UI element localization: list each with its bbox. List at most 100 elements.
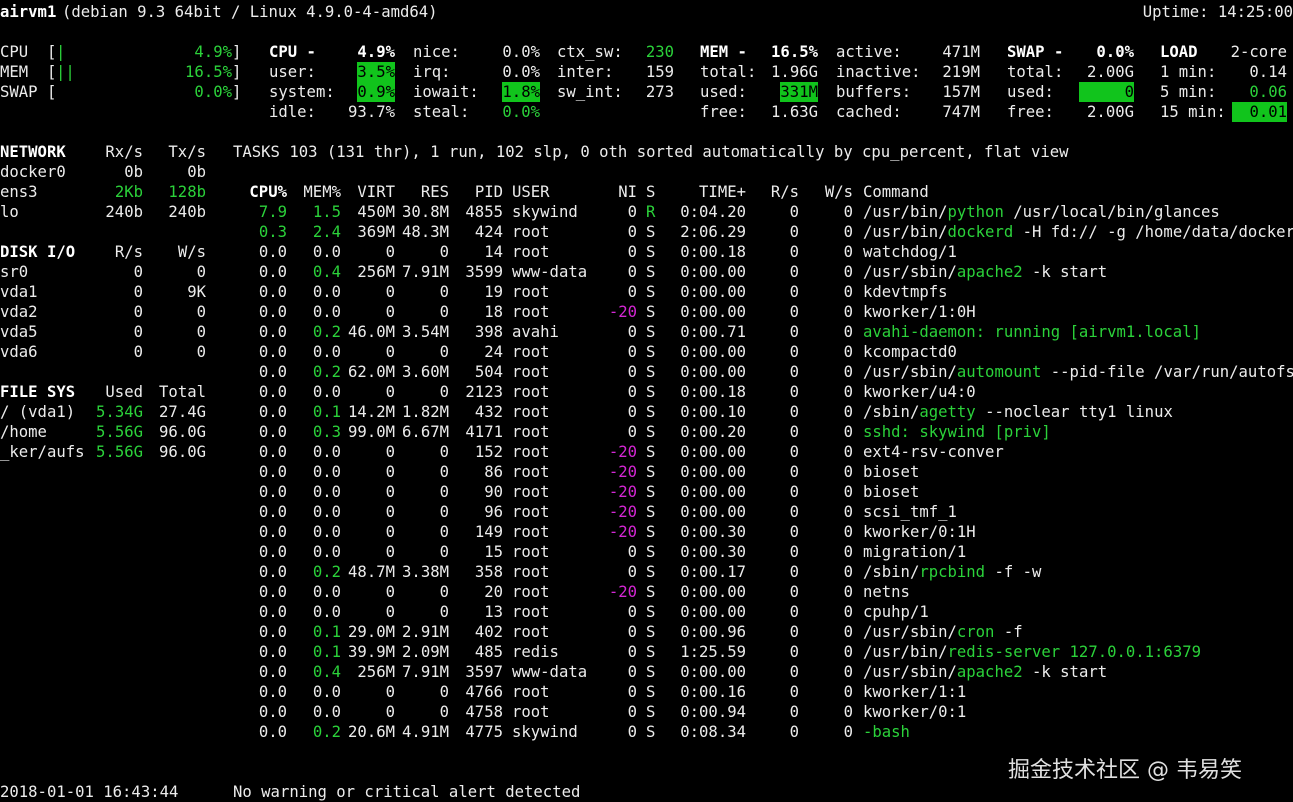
proc-mem: 0.1 bbox=[312, 623, 341, 641]
proc-write: 0 bbox=[843, 503, 853, 521]
fs-total: 27.4G bbox=[159, 403, 206, 421]
proc-virt: 0 bbox=[385, 463, 395, 481]
proc-res: 0 bbox=[439, 343, 449, 361]
proc-status: S bbox=[646, 543, 656, 561]
proc-res: 3.38M bbox=[402, 563, 449, 581]
proc-mem: 1.5 bbox=[312, 203, 341, 221]
proc-cpu: 0.0 bbox=[258, 703, 287, 721]
proc-pid: 432 bbox=[474, 403, 503, 421]
mem-detail-label: inactive: bbox=[836, 63, 921, 81]
load-stat-value: 0.06 bbox=[1249, 83, 1287, 101]
proc-write: 0 bbox=[843, 423, 853, 441]
proc-res: 0 bbox=[439, 283, 449, 301]
col-header-ni: NI bbox=[618, 183, 637, 201]
fs-col-used: Used bbox=[105, 383, 143, 401]
proc-nice: 0 bbox=[627, 383, 637, 401]
proc-cpu: 0.0 bbox=[258, 343, 287, 361]
proc-cpu: 0.0 bbox=[258, 503, 287, 521]
mem-detail-value: 219M bbox=[942, 63, 980, 81]
mem-detail-value: 157M bbox=[942, 83, 980, 101]
proc-time: 0:00.71 bbox=[680, 323, 746, 341]
proc-time: 0:00.00 bbox=[680, 343, 746, 361]
col-header-virt: VIRT bbox=[357, 183, 395, 201]
proc-write: 0 bbox=[843, 583, 853, 601]
proc-time: 0:00.00 bbox=[680, 303, 746, 321]
proc-user: skywind bbox=[512, 203, 578, 221]
proc-res: 0 bbox=[439, 503, 449, 521]
proc-read: 0 bbox=[789, 483, 799, 501]
proc-res: 48.3M bbox=[402, 223, 449, 241]
cpu-stat-value: 3.5% bbox=[357, 62, 395, 82]
proc-status: S bbox=[646, 483, 656, 501]
proc-command: /usr/sbin/apache2 -k start bbox=[863, 262, 1107, 282]
proc-virt: 99.0M bbox=[348, 423, 395, 441]
proc-command: /usr/bin/python /usr/local/bin/glances bbox=[863, 202, 1220, 222]
proc-user: root bbox=[512, 283, 550, 301]
footer-datetime: 2018-01-01 16:43:44 bbox=[0, 783, 179, 801]
command-segment: python bbox=[947, 203, 1004, 221]
mem-detail-label: active: bbox=[836, 43, 902, 61]
proc-read: 0 bbox=[789, 323, 799, 341]
proc-status: S bbox=[646, 363, 656, 381]
alert-status: No warning or critical alert detected bbox=[233, 783, 581, 801]
proc-user: root bbox=[512, 583, 550, 601]
proc-pid: 4758 bbox=[465, 703, 503, 721]
proc-res: 0 bbox=[439, 603, 449, 621]
proc-command: kworker/0:1 bbox=[863, 702, 966, 722]
proc-read: 0 bbox=[789, 543, 799, 561]
proc-write: 0 bbox=[843, 543, 853, 561]
proc-nice: 0 bbox=[627, 243, 637, 261]
load-stat-label: 15 min: bbox=[1160, 103, 1226, 121]
proc-cpu: 0.0 bbox=[258, 643, 287, 661]
command-segment: kworker/1:1 bbox=[863, 683, 967, 701]
proc-virt: 0 bbox=[385, 443, 395, 461]
proc-mem: 0.0 bbox=[312, 583, 341, 601]
proc-status: R bbox=[646, 203, 656, 221]
proc-nice: 0 bbox=[627, 703, 637, 721]
proc-command: ext4-rsv-conver bbox=[863, 442, 1004, 462]
fs-mount: _ker/aufs bbox=[0, 443, 85, 461]
proc-virt: 369M bbox=[357, 223, 395, 241]
proc-virt: 0 bbox=[385, 503, 395, 521]
cpu-stat-value: 93.7% bbox=[348, 103, 395, 121]
quicklook-bracket: [ bbox=[47, 63, 57, 81]
quicklook-bracket-close: ] bbox=[232, 63, 242, 81]
proc-command: /usr/bin/dockerd -H fd:// -g /home/data/… bbox=[863, 222, 1293, 242]
proc-res: 3.60M bbox=[402, 363, 449, 381]
proc-pid: 86 bbox=[484, 463, 503, 481]
proc-write: 0 bbox=[843, 243, 853, 261]
proc-mem: 0.0 bbox=[312, 503, 341, 521]
proc-write: 0 bbox=[843, 683, 853, 701]
fs-used: 5.56G bbox=[96, 443, 143, 461]
proc-mem: 0.2 bbox=[312, 723, 341, 741]
proc-pid: 90 bbox=[484, 483, 503, 501]
proc-virt: 256M bbox=[357, 263, 395, 281]
disk-write: 0 bbox=[196, 263, 206, 281]
proc-command: kworker/1:1 bbox=[863, 682, 966, 702]
command-segment: /usr/sbin/ bbox=[863, 623, 957, 641]
proc-user: root bbox=[512, 563, 550, 581]
mem-detail-label: cached: bbox=[836, 103, 902, 121]
proc-write: 0 bbox=[843, 343, 853, 361]
proc-read: 0 bbox=[789, 663, 799, 681]
col-header-res: RES bbox=[420, 183, 449, 201]
proc-pid: 15 bbox=[484, 543, 503, 561]
fs-mount: /home bbox=[0, 423, 47, 441]
proc-pid: 24 bbox=[484, 343, 503, 361]
quicklook-label: SWAP bbox=[0, 83, 38, 101]
command-segment: cron bbox=[956, 623, 995, 641]
cpu-stat-label: idle: bbox=[269, 103, 316, 121]
proc-res: 0 bbox=[439, 543, 449, 561]
proc-virt: 256M bbox=[357, 663, 395, 681]
command-segment: -H fd:// -g /home/data/docker bbox=[1013, 223, 1293, 241]
cpu-stat-label: sw_int: bbox=[557, 83, 623, 101]
network-tx: 240b bbox=[168, 203, 206, 221]
network-interface: ens3 bbox=[0, 183, 38, 201]
proc-write: 0 bbox=[843, 303, 853, 321]
proc-virt: 0 bbox=[385, 583, 395, 601]
proc-mem: 0.4 bbox=[312, 263, 341, 281]
proc-pid: 424 bbox=[474, 223, 503, 241]
proc-command: sshd: skywind [priv] bbox=[863, 422, 1051, 442]
proc-read: 0 bbox=[789, 263, 799, 281]
disk-write: 0 bbox=[196, 323, 206, 341]
